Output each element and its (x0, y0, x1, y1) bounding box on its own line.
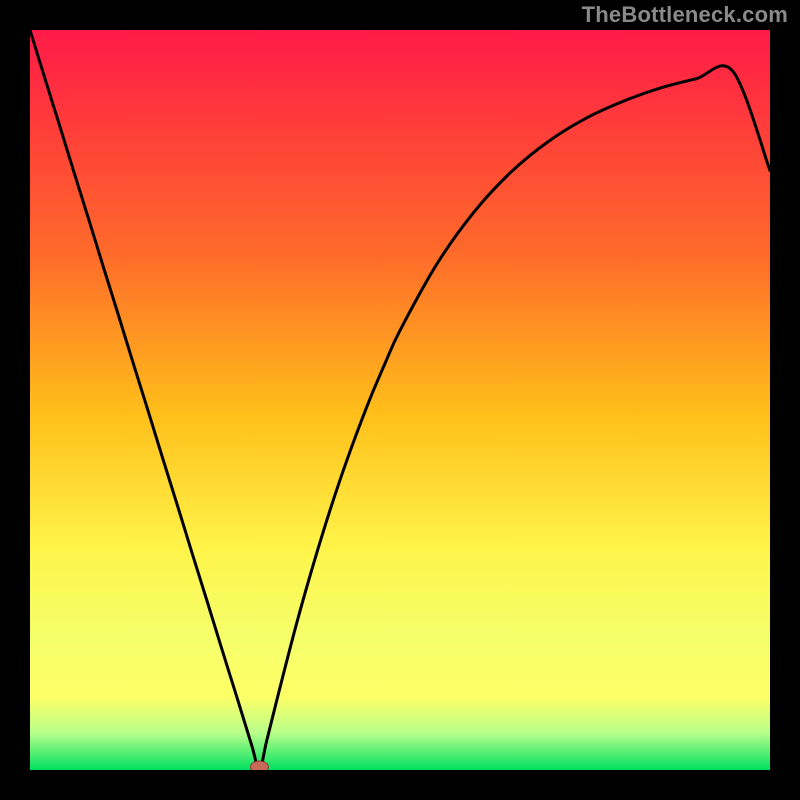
watermark-text: TheBottleneck.com (582, 2, 788, 28)
chart-frame: TheBottleneck.com (0, 0, 800, 800)
minimum-marker (250, 761, 268, 770)
plot-svg (30, 30, 770, 770)
bottleneck-plot (30, 30, 770, 770)
gradient-background (30, 30, 770, 770)
